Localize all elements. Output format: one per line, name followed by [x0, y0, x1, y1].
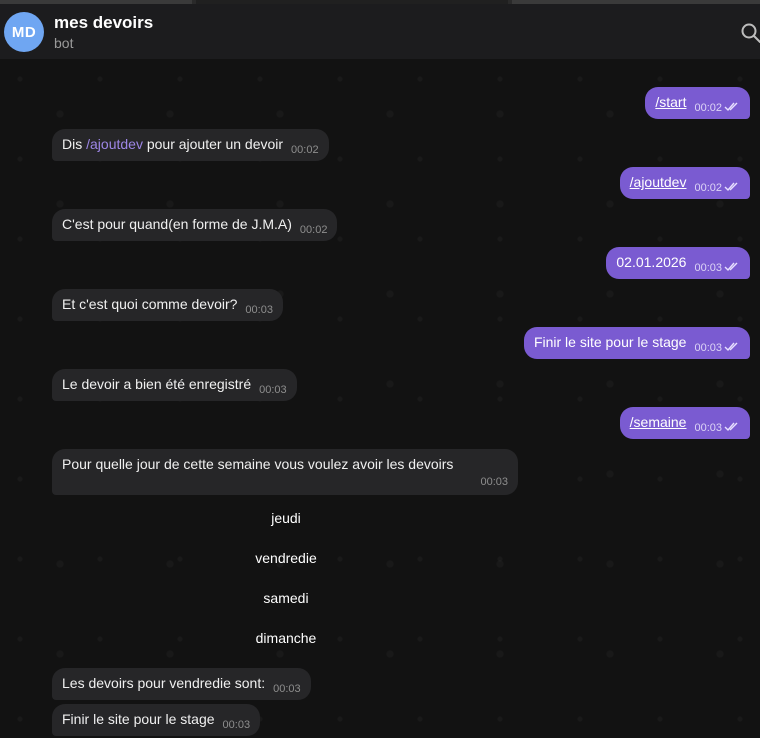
message-time: 00:02 — [694, 102, 722, 114]
incoming-message: Pour quelle jour de cette semaine vous v… — [52, 449, 518, 495]
incoming-message: Et c'est quoi comme devoir? 00:03 — [52, 289, 283, 321]
incoming-message: Les devoirs pour vendredie sont: 00:03 — [52, 668, 311, 700]
search-icon[interactable] — [740, 22, 760, 44]
keyboard-button-vendredie[interactable]: vendredie — [54, 542, 518, 574]
message-time: 00:03 — [259, 384, 287, 396]
double-check-icon — [724, 342, 738, 352]
message-time: 00:03 — [480, 476, 508, 488]
message-text: pour ajouter un devoir — [142, 136, 284, 152]
message-time: 00:03 — [222, 719, 251, 731]
message-list[interactable]: /start 00:02 Dis /ajoutdev pour ajouter u… — [0, 59, 760, 738]
message-text: C'est pour quand(en forme de J.M.A) — [62, 216, 292, 232]
chat-subtitle: bot — [54, 35, 74, 51]
message-text: 02.01.2026 — [616, 254, 687, 270]
incoming-message: Le devoir a bien été enregistré 00:03 — [52, 369, 297, 401]
incoming-message: Finir le site pour le stage 00:03 — [52, 704, 261, 736]
keyboard-button-samedi[interactable]: samedi — [54, 582, 518, 614]
message-time: 00:03 — [694, 342, 722, 354]
outgoing-message[interactable]: /start 00:02 — [645, 87, 750, 119]
message-time: 00:02 — [299, 224, 328, 236]
outgoing-message[interactable]: /ajoutdev 00:02 — [619, 167, 750, 199]
keyboard-button-dimanche[interactable]: dimanche — [54, 622, 518, 654]
chat-title[interactable]: mes devoirs — [54, 13, 153, 33]
message-text: Finir le site pour le stage — [62, 711, 215, 727]
double-check-icon — [724, 102, 738, 112]
message-text: Dis — [62, 136, 87, 152]
outgoing-message[interactable]: /semaine 00:03 — [619, 407, 750, 439]
double-check-icon — [724, 262, 738, 272]
message-text: Les devoirs pour vendredie sont: — [62, 675, 266, 691]
message-time: 00:02 — [694, 182, 722, 194]
message-text: Et c'est quoi comme devoir? — [62, 296, 238, 312]
message-text: Pour quelle jour de cette semaine vous v… — [62, 456, 454, 472]
double-check-icon — [724, 422, 738, 432]
outgoing-message[interactable]: 02.01.2026 00:03 — [606, 247, 750, 279]
message-time: 00:02 — [291, 144, 319, 156]
avatar[interactable]: MD — [4, 12, 44, 52]
incoming-message: Dis /ajoutdev pour ajouter un devoir 00:0… — [52, 129, 329, 161]
message-time: 00:03 — [273, 683, 301, 695]
message-time: 00:03 — [245, 304, 273, 316]
message-text[interactable]: /ajoutdev — [630, 174, 687, 190]
message-text: Finir le site pour le stage — [533, 334, 687, 350]
chat-header: MD mes devoirs bot — [0, 4, 760, 59]
message-text[interactable]: /start — [655, 94, 686, 110]
message-time: 00:03 — [694, 422, 722, 434]
message-time: 00:03 — [694, 262, 722, 274]
message-text: Le devoir a bien été enregistré — [62, 376, 252, 392]
keyboard-button-jeudi[interactable]: jeudi — [54, 502, 518, 534]
outgoing-message[interactable]: Finir le site pour le stage 00:03 — [523, 327, 750, 359]
command-link[interactable]: /ajoutdev — [86, 136, 143, 152]
double-check-icon — [724, 182, 738, 192]
message-text[interactable]: /semaine — [630, 414, 687, 430]
incoming-message: C'est pour quand(en forme de J.M.A) 00:02 — [52, 209, 338, 241]
